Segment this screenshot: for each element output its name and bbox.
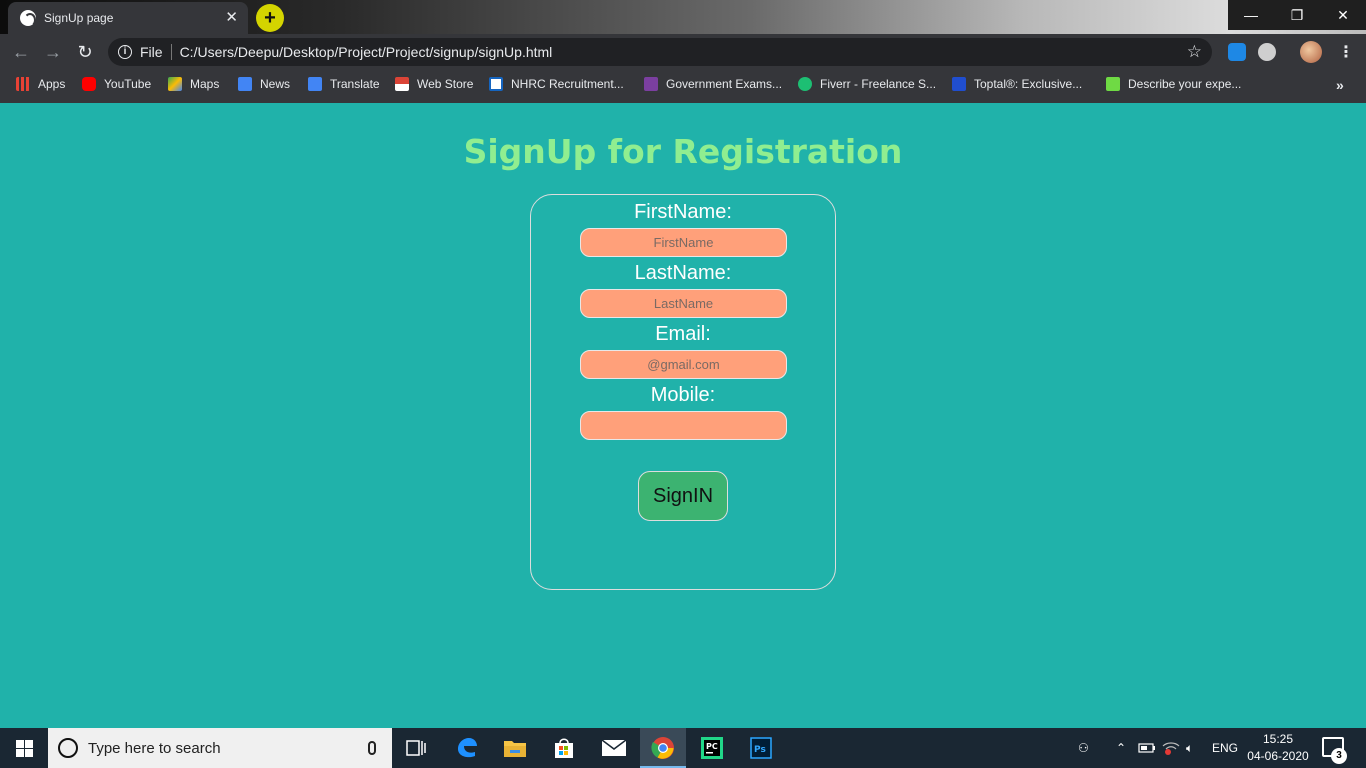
mobile-label: Mobile: xyxy=(650,384,716,406)
email-label: Email: xyxy=(655,323,711,345)
bookmark-apps[interactable]: Apps xyxy=(16,77,65,91)
youtube-icon xyxy=(82,77,96,91)
language-indicator[interactable]: ENG xyxy=(1212,728,1238,768)
news-icon xyxy=(238,77,252,91)
mobile-input[interactable] xyxy=(580,411,787,440)
bookmark-web-store[interactable]: Web Store xyxy=(395,77,473,91)
translate-icon xyxy=(308,77,322,91)
minimize-button[interactable]: — xyxy=(1228,0,1274,30)
tab-strip: SignUp page ✕ + — ❐ ✕ xyxy=(0,0,1366,34)
gov-exams-icon xyxy=(644,77,658,91)
store-icon[interactable] xyxy=(550,734,578,762)
lastname-input[interactable] xyxy=(580,289,787,318)
address-bar[interactable]: i File C:/Users/Deepu/Desktop/Project/Pr… xyxy=(108,38,1212,66)
bookmark-maps[interactable]: Maps xyxy=(168,77,219,91)
firstname-label: FirstName: xyxy=(634,201,732,223)
photoshop-icon[interactable]: Ps xyxy=(747,734,775,762)
apps-grid-icon xyxy=(16,77,30,91)
chrome-icon[interactable] xyxy=(649,734,677,762)
lastname-label: LastName: xyxy=(634,262,732,284)
new-tab-button[interactable]: + xyxy=(256,4,284,32)
url-text[interactable]: C:/Users/Deepu/Desktop/Project/Project/s… xyxy=(180,44,1187,60)
edge-icon[interactable] xyxy=(453,734,481,762)
bookmark-upwork[interactable]: Describe your expe... xyxy=(1106,77,1241,91)
toptal-icon xyxy=(952,77,966,91)
web-store-icon xyxy=(395,77,409,91)
file-explorer-icon[interactable] xyxy=(501,734,529,762)
pycharm-icon[interactable]: PC xyxy=(698,734,726,762)
restore-button[interactable]: ❐ xyxy=(1274,0,1320,30)
page-title: SignUp for Registration xyxy=(463,132,903,171)
microphone-icon[interactable] xyxy=(368,741,376,755)
bookmark-nhrc[interactable]: NHRC Recruitment... xyxy=(489,77,624,91)
taskbar: Type here to search PC Ps ⚇ ⌃ 🔈︎ ENG 15:… xyxy=(0,728,1366,768)
start-button[interactable] xyxy=(0,728,48,768)
bookmark-youtube[interactable]: YouTube xyxy=(82,77,151,91)
notification-count-badge: 3 xyxy=(1331,748,1347,764)
url-scheme: File xyxy=(140,44,172,60)
bookmark-toptal[interactable]: Toptal®: Exclusive... xyxy=(952,77,1082,91)
extension-icon[interactable] xyxy=(1228,43,1246,61)
search-placeholder: Type here to search xyxy=(88,739,221,757)
forward-arrow-icon[interactable]: → xyxy=(42,41,64,63)
bookmark-gov-exams[interactable]: Government Exams... xyxy=(644,77,782,91)
signin-button[interactable]: SignIN xyxy=(638,471,728,521)
back-arrow-icon[interactable]: ← xyxy=(10,41,32,63)
bookmark-fiverr[interactable]: Fiverr - Freelance S... xyxy=(798,77,936,91)
show-hidden-icons-chevron[interactable]: ⌃ xyxy=(1116,728,1126,768)
upwork-icon xyxy=(1106,77,1120,91)
reload-icon[interactable]: ↻ xyxy=(74,41,96,63)
info-icon[interactable]: i xyxy=(118,45,132,59)
task-view-icon[interactable] xyxy=(402,734,430,762)
bookmark-news[interactable]: News xyxy=(238,77,290,91)
volume-icon[interactable]: 🔈︎ xyxy=(1186,728,1193,768)
mail-icon[interactable] xyxy=(600,734,628,762)
tab-title: SignUp page xyxy=(44,11,114,25)
bookmarks-bar: Apps YouTube Maps News Translate Web Sto… xyxy=(0,70,1366,103)
svg-text:PC: PC xyxy=(706,742,718,751)
firstname-input[interactable] xyxy=(580,228,787,257)
bookmark-translate[interactable]: Translate xyxy=(308,77,380,91)
fiverr-icon xyxy=(798,77,812,91)
close-window-button[interactable]: ✕ xyxy=(1320,0,1366,30)
profile-avatar[interactable] xyxy=(1300,41,1322,63)
svg-text:Ps: Ps xyxy=(754,745,766,755)
cortana-icon xyxy=(58,738,78,758)
clock-date: 04-06-2020 xyxy=(1247,749,1309,763)
tab-signup-page[interactable]: SignUp page ✕ xyxy=(8,2,248,34)
tab-close-button[interactable]: ✕ xyxy=(225,10,238,26)
system-clock[interactable]: 15:25 04-06-2020 xyxy=(1240,731,1316,765)
bookmark-star-icon[interactable]: ☆ xyxy=(1187,42,1202,62)
maps-icon xyxy=(168,77,182,91)
browser-toolbar: ← → ↻ i File C:/Users/Deepu/Desktop/Proj… xyxy=(0,34,1366,70)
globe-icon xyxy=(20,10,36,27)
battery-icon[interactable] xyxy=(1138,728,1156,768)
signup-form: FirstName: LastName: Email: Mobile: Sign… xyxy=(530,194,836,590)
bookmarks-overflow-icon[interactable]: » xyxy=(1336,77,1344,93)
nhrc-icon xyxy=(489,77,503,91)
menu-dots-icon[interactable]: ⋮ xyxy=(1338,42,1354,62)
people-icon[interactable]: ⚇ xyxy=(1078,728,1089,768)
network-disconnected-icon[interactable] xyxy=(1162,728,1180,768)
windows-logo-icon xyxy=(15,739,33,757)
extension-icon[interactable] xyxy=(1258,43,1276,61)
email-input[interactable] xyxy=(580,350,787,379)
taskbar-search[interactable]: Type here to search xyxy=(48,728,392,768)
clock-time: 15:25 xyxy=(1262,732,1294,746)
